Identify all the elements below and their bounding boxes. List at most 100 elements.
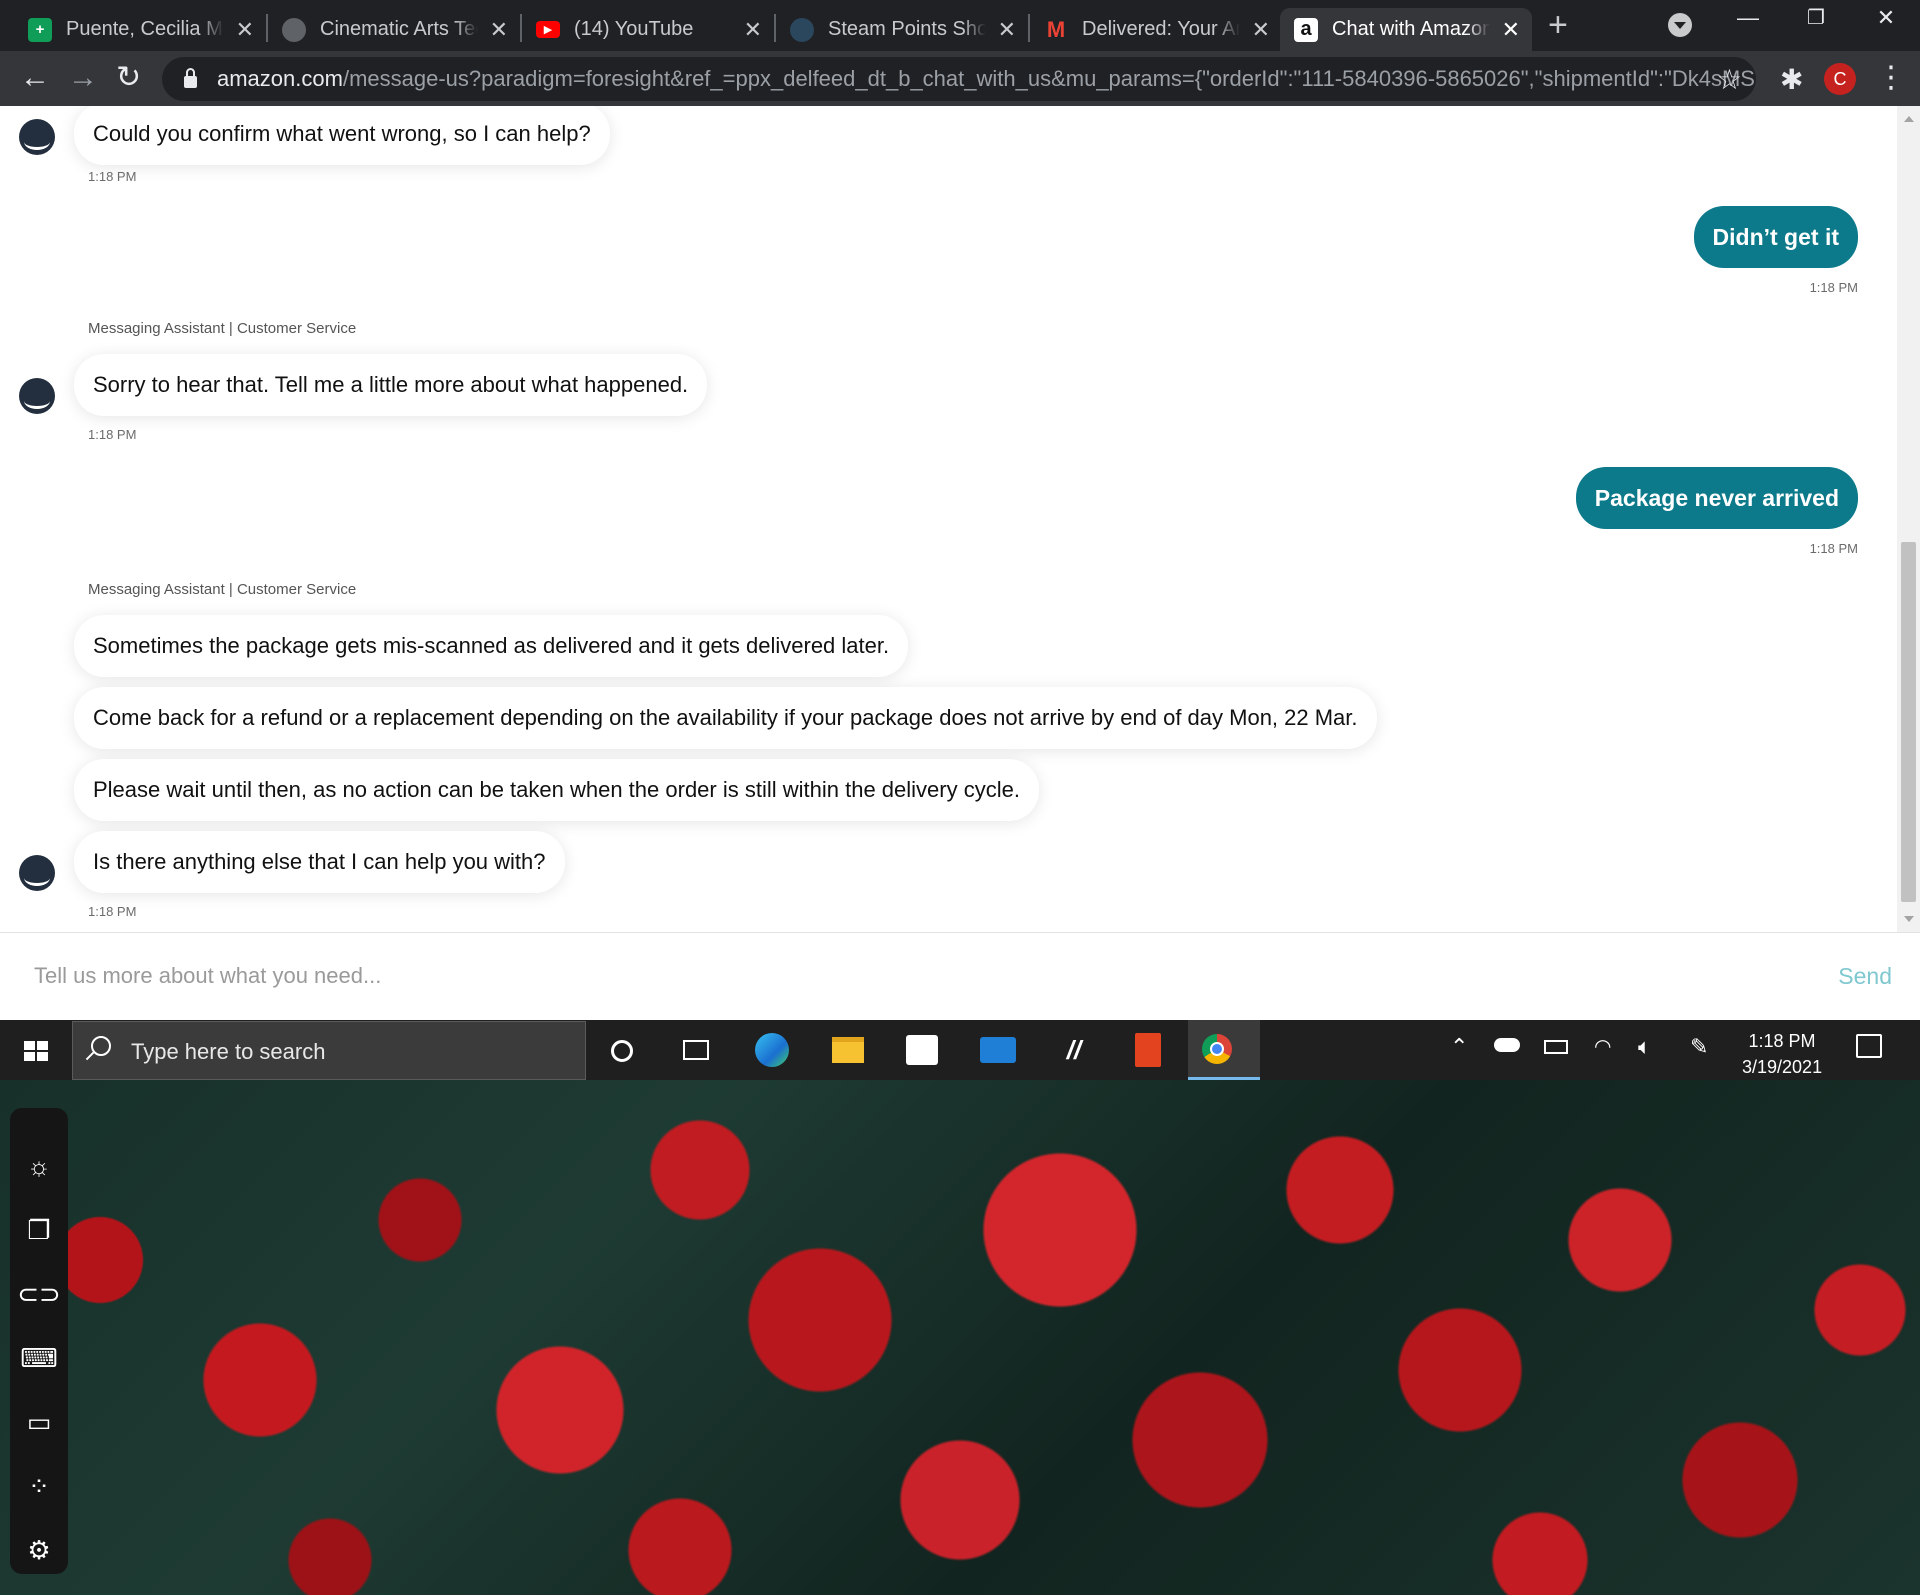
show-hidden-icons-chevron-icon[interactable]: ⌃ bbox=[1450, 1034, 1468, 1060]
close-icon[interactable]: ✕ bbox=[1252, 17, 1270, 43]
forward-icon[interactable]: → bbox=[68, 59, 98, 97]
minimize-icon[interactable]: — bbox=[1718, 5, 1778, 31]
tab-steam-points-shop[interactable]: Steam Points Shop ✕ bbox=[776, 8, 1028, 51]
agent-message: Sometimes the package gets mis-scanned a… bbox=[74, 615, 909, 677]
profile-avatar[interactable]: C bbox=[1824, 63, 1856, 95]
file-explorer-icon[interactable] bbox=[828, 1030, 868, 1070]
lock-icon bbox=[184, 67, 197, 88]
brightness-icon[interactable]: ☼ bbox=[10, 1146, 68, 1186]
message-timestamp: 1:18 PM bbox=[88, 169, 137, 184]
keyboard-icon[interactable]: ⌨ bbox=[10, 1338, 68, 1378]
pen-icon[interactable]: ✎ bbox=[1690, 1034, 1708, 1060]
amazon-agent-avatar bbox=[19, 855, 55, 891]
tab-chat-with-amazon[interactable]: a Chat with Amazon C ✕ bbox=[1280, 8, 1532, 51]
steam-icon bbox=[790, 17, 814, 42]
wifi-icon[interactable]: ◠ bbox=[1594, 1034, 1611, 1059]
office-icon[interactable] bbox=[1128, 1030, 1168, 1070]
message-timestamp: 1:18 PM bbox=[88, 904, 137, 919]
windows-start-icon[interactable] bbox=[24, 1041, 48, 1061]
apps-dots-icon[interactable]: ⁘ bbox=[10, 1466, 68, 1506]
chrome-taskbar-button[interactable] bbox=[1188, 1020, 1260, 1080]
tab-title: Puente, Cecilia Mich bbox=[66, 18, 224, 40]
agent-message: Sorry to hear that. Tell me a little mor… bbox=[74, 354, 708, 416]
back-icon[interactable]: ← bbox=[20, 59, 50, 97]
amazon-icon: a bbox=[1294, 17, 1318, 42]
message-composer: Send bbox=[0, 932, 1920, 1020]
task-view-icon[interactable] bbox=[683, 1040, 709, 1060]
user-message: Package never arrived bbox=[1575, 467, 1858, 529]
laptop-icon[interactable]: ▭ bbox=[10, 1402, 68, 1442]
close-icon[interactable]: ✕ bbox=[744, 17, 762, 43]
new-tab-button[interactable]: + bbox=[1548, 8, 1568, 42]
sender-label: Messaging Assistant | Customer Service bbox=[88, 320, 357, 337]
battery-icon[interactable] bbox=[1544, 1040, 1568, 1054]
tab-cinematic-arts[interactable]: Cinematic Arts Tech ✕ bbox=[268, 8, 520, 51]
tab-title: Steam Points Shop bbox=[828, 18, 986, 40]
sheets-icon: + bbox=[28, 17, 52, 42]
message-timestamp: 1:18 PM bbox=[88, 427, 137, 442]
link-icon[interactable]: ⊂⊃ bbox=[10, 1274, 68, 1314]
amazon-chat-page: Could you confirm what went wrong, so I … bbox=[0, 106, 1920, 1020]
tab-search-icon[interactable] bbox=[1668, 13, 1692, 37]
agent-message: Come back for a refund or a replacement … bbox=[74, 687, 1377, 749]
search-icon bbox=[91, 1036, 111, 1056]
taskbar-search-box[interactable]: Type here to search bbox=[72, 1021, 586, 1080]
close-icon[interactable]: ✕ bbox=[1502, 17, 1520, 43]
reload-icon[interactable]: ↻ bbox=[116, 59, 141, 97]
browser-toolbar: ← → ↻ amazon.com/message-us?paradigm=for… bbox=[0, 51, 1920, 106]
clock-time: 1:18 PM bbox=[1748, 1031, 1816, 1051]
onedrive-cloud-icon[interactable] bbox=[1494, 1038, 1520, 1052]
tab-youtube[interactable]: ▶ (14) YouTube ✕ bbox=[522, 8, 774, 51]
agent-message: Please wait until then, as no action can… bbox=[74, 759, 1039, 821]
bookmark-star-icon[interactable]: ☆ bbox=[1717, 63, 1742, 96]
browser-tab-strip: + Puente, Cecilia Mich ✕ Cinematic Arts … bbox=[0, 0, 1920, 51]
clock-date: 3/19/2021 bbox=[1742, 1057, 1823, 1077]
scrollbar-thumb[interactable] bbox=[1901, 542, 1916, 902]
microsoft-store-icon[interactable] bbox=[902, 1030, 942, 1070]
action-center-icon[interactable] bbox=[1856, 1034, 1882, 1058]
agent-message: Could you confirm what went wrong, so I … bbox=[74, 106, 610, 165]
chrome-icon bbox=[1202, 1034, 1232, 1064]
screen-snip-icon[interactable]: ❐ bbox=[10, 1210, 68, 1250]
amazon-agent-avatar bbox=[19, 119, 55, 155]
tab-puente-cecilia[interactable]: + Puente, Cecilia Mich ✕ bbox=[14, 8, 266, 51]
extensions-puzzle-icon[interactable]: ✱ bbox=[1780, 63, 1803, 96]
scroll-down-arrow-icon[interactable] bbox=[1904, 916, 1914, 922]
settings-gear-icon[interactable]: ⚙ bbox=[10, 1530, 68, 1570]
scroll-up-arrow-icon[interactable] bbox=[1904, 116, 1914, 122]
tab-title: Chat with Amazon C bbox=[1332, 18, 1490, 40]
globe-icon bbox=[282, 17, 306, 42]
restore-icon[interactable]: ❐ bbox=[1786, 5, 1846, 30]
app-icon[interactable]: // bbox=[1054, 1030, 1094, 1070]
chat-scrollbar[interactable] bbox=[1897, 106, 1920, 932]
user-message: Didn’t get it bbox=[1693, 206, 1858, 268]
amazon-agent-avatar bbox=[19, 378, 55, 414]
browser-menu-icon[interactable]: ⋮ bbox=[1876, 60, 1906, 95]
volume-icon[interactable]: 🔈︎ bbox=[1638, 1034, 1651, 1060]
tab-gmail-delivered[interactable]: M Delivered: Your Ama ✕ bbox=[1030, 8, 1282, 51]
message-timestamp: 1:18 PM bbox=[1809, 280, 1858, 295]
close-icon[interactable]: ✕ bbox=[236, 17, 254, 43]
address-bar[interactable]: amazon.com/message-us?paradigm=foresight… bbox=[162, 57, 1756, 101]
youtube-icon: ▶ bbox=[536, 21, 560, 38]
desktop-wallpaper-roses bbox=[0, 1080, 1920, 1595]
search-placeholder: Type here to search bbox=[131, 1039, 326, 1064]
sender-label: Messaging Assistant | Customer Service bbox=[88, 581, 357, 598]
send-button[interactable]: Send bbox=[1838, 963, 1892, 990]
tab-title: Cinematic Arts Tech bbox=[320, 18, 478, 40]
edge-icon[interactable] bbox=[752, 1030, 792, 1070]
agent-message: Is there anything else that I can help y… bbox=[74, 831, 565, 893]
taskbar-clock[interactable]: 1:18 PM 3/19/2021 bbox=[1742, 1028, 1822, 1080]
cortana-icon[interactable] bbox=[611, 1040, 633, 1062]
mail-icon[interactable] bbox=[978, 1030, 1018, 1070]
tab-title: (14) YouTube bbox=[574, 18, 694, 40]
url-text: amazon.com/message-us?paradigm=foresight… bbox=[217, 66, 1756, 91]
close-icon[interactable]: ✕ bbox=[490, 17, 508, 43]
close-icon[interactable]: ✕ bbox=[998, 17, 1016, 43]
windows-taskbar: Type here to search // ⌃ ◠ 🔈︎ ✎ 1:18 PM … bbox=[0, 1020, 1920, 1080]
message-timestamp: 1:18 PM bbox=[1809, 541, 1858, 556]
window-close-icon[interactable]: ✕ bbox=[1856, 5, 1916, 31]
message-input[interactable] bbox=[22, 951, 1722, 1001]
gmail-icon: M bbox=[1046, 16, 1066, 42]
tab-title: Delivered: Your Ama bbox=[1082, 18, 1240, 40]
